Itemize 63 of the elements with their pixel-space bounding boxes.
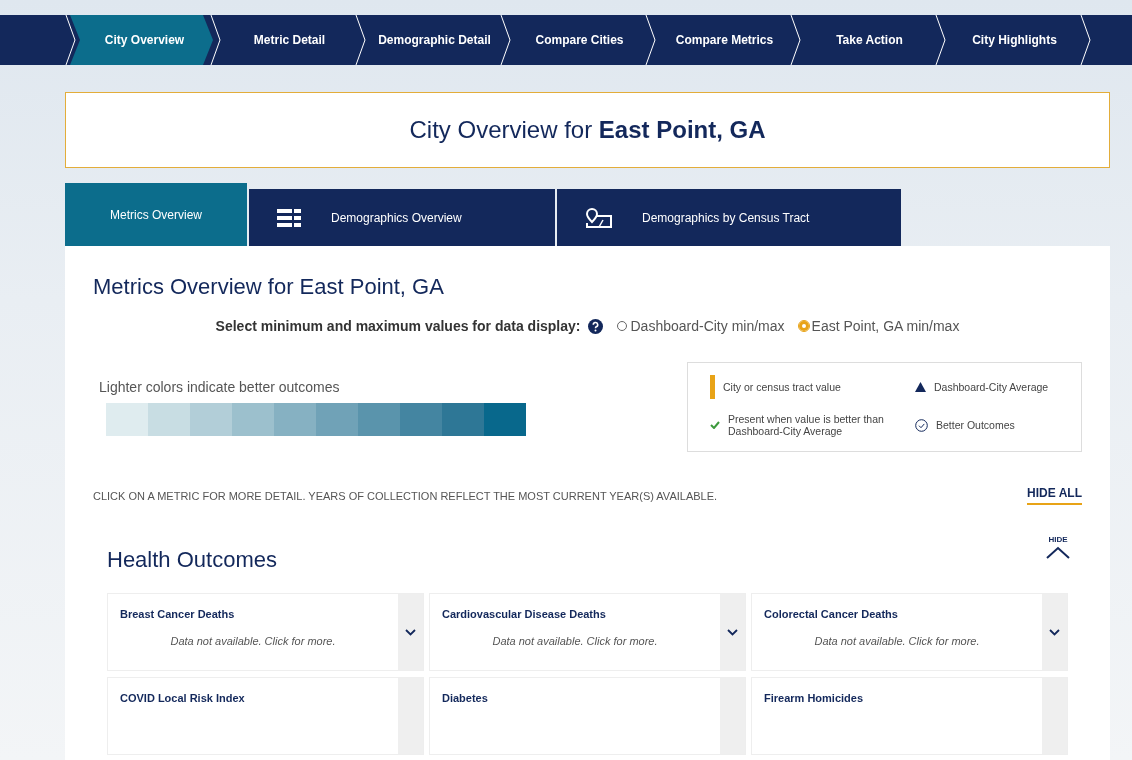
instructions-text: CLICK ON A METRIC FOR MORE DETAIL. YEARS OF COLLECTION REFLECT THE MOST CURRENT YEAR(S) AVAILABLE.: [93, 489, 718, 502]
circle-check-icon: [915, 418, 928, 432]
step-tab[interactable]: City Highlights: [940, 15, 1083, 65]
expand-button[interactable]: [398, 594, 423, 670]
range-option[interactable]: Dashboard-City min/max: [617, 318, 785, 334]
range-option[interactable]: East Point, GA min/max: [798, 318, 960, 334]
step-tab[interactable]: City Overview: [70, 15, 213, 65]
triangle-icon: [915, 382, 926, 392]
page-title: City Overview for East Point, GA: [65, 92, 1110, 168]
step-tab[interactable]: Compare Cities: [505, 15, 648, 65]
group-title: Health Outcomes: [107, 547, 277, 573]
metric-title: Breast Cancer Deaths: [120, 608, 236, 620]
metric-card[interactable]: Breast Cancer Deaths Data not available. Click for more.: [107, 593, 424, 671]
metric-note: Data not available. Click for more.: [813, 635, 981, 647]
step-tab[interactable]: Compare Metrics: [650, 15, 793, 65]
hide-toggle[interactable]: HIDE: [1046, 535, 1070, 559]
chevron-separator-icon: [1079, 15, 1091, 65]
help-icon[interactable]: [588, 318, 604, 334]
hide-all-link[interactable]: HIDE ALL: [1027, 486, 1082, 505]
range-label: Select minimum and maximum values for data display:: [215, 318, 581, 334]
chevron-separator-icon: [789, 15, 801, 65]
metric-title: Cardiovascular Disease Deaths: [442, 608, 607, 620]
legend-label: Dashboard-City Average: [934, 381, 1049, 393]
chevron-separator-icon: [499, 15, 511, 65]
chevron-up-icon: [1046, 546, 1070, 559]
metric-card[interactable]: COVID Local Risk Index: [107, 677, 424, 755]
scale-caption: Lighter colors indicate better outcomes: [99, 379, 341, 395]
metric-card[interactable]: Cardiovascular Disease Deaths Data not available. Click for more.: [429, 593, 746, 671]
metric-card[interactable]: Firearm Homicides: [751, 677, 1068, 755]
bar-marker-icon: [710, 375, 715, 399]
metric-note: Data not available. Click for more.: [491, 635, 659, 647]
radio-button[interactable]: [617, 321, 628, 331]
radio-button[interactable]: [798, 321, 809, 331]
table-icon: [277, 208, 301, 227]
metric-card[interactable]: Diabetes: [429, 677, 746, 755]
check-icon: [710, 421, 720, 429]
chevron-down-icon: [727, 628, 738, 636]
expand-button[interactable]: [1042, 594, 1067, 670]
view-tab[interactable]: Demographics Overview: [249, 189, 555, 246]
legend-label: City or census tract value: [723, 381, 841, 393]
metric-note: Data not available. Click for more.: [169, 635, 337, 647]
metric-title: Firearm Homicides: [764, 692, 865, 704]
chevron-separator-icon: [934, 15, 946, 65]
chevron-separator-icon: [64, 15, 76, 65]
legend-label: Present when value is better than Dashboard-City Average: [728, 413, 885, 437]
section-title: Metrics Overview for East Point, GA: [93, 274, 445, 300]
chevron-separator-icon: [354, 15, 366, 65]
legend-label: Better Outcomes: [936, 419, 1015, 431]
expand-button[interactable]: [720, 594, 745, 670]
chevron-down-icon: [1049, 628, 1060, 636]
chevron-separator-icon: [209, 15, 221, 65]
step-tab[interactable]: Take Action: [795, 15, 938, 65]
metric-title: Colorectal Cancer Deaths: [764, 608, 899, 620]
view-tab[interactable]: Demographics by Census Tract: [557, 189, 901, 246]
metric-title: Diabetes: [442, 692, 489, 704]
metric-card[interactable]: Colorectal Cancer Deaths Data not available. Click for more.: [751, 593, 1068, 671]
map-pin-icon: [585, 207, 612, 228]
chevron-down-icon: [405, 628, 416, 636]
metric-title: COVID Local Risk Index: [120, 692, 246, 704]
view-tab[interactable]: Metrics Overview: [65, 183, 247, 246]
chevron-separator-icon: [644, 15, 656, 65]
step-tab[interactable]: Demographic Detail: [360, 15, 503, 65]
step-tab[interactable]: Metric Detail: [215, 15, 358, 65]
